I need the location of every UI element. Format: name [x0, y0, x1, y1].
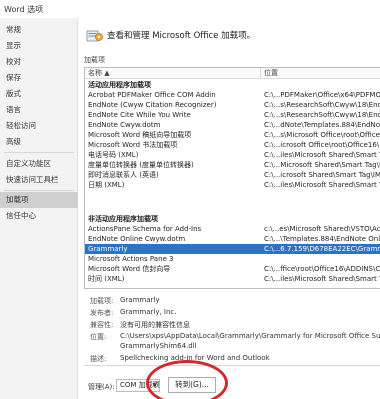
addin-name: Grammarly [88, 245, 128, 253]
addin-location: C:\...ffice\root\Office16\ADDINS\C [264, 265, 380, 273]
table-row[interactable]: 即时消息联系人 (英语) C:\...icrosoft Shared\Smart … [85, 170, 380, 180]
addin-name: 即时消息联系人 (英语) [88, 171, 159, 179]
sidebar-separator [4, 152, 74, 153]
column-header-name[interactable]: 名称 ▲ [85, 68, 261, 79]
addin-location: C:\...icrosoft Shared\Smart Tag\IM [264, 171, 380, 179]
detail-location-value-cont: GrammarlyShim64.dll [120, 342, 197, 350]
addin-location: C:\...\Templates.884\EndNote Onli [264, 235, 380, 243]
column-header-location[interactable]: 位置 [261, 68, 380, 79]
addin-location: c:\...es\Microsoft Shared\VSTO\Act [264, 225, 380, 233]
table-row[interactable]: 时间 (XML) C:\...iles\Microsoft Shared\Smar… [85, 274, 380, 284]
addin-name: EndNote Cwyw.dotm [88, 121, 161, 129]
addin-name: 时间 (XML) [88, 275, 125, 283]
annotation-circle [146, 360, 228, 399]
addin-name: EndNote Cite While You Write [88, 111, 191, 119]
detail-publisher-label: 发布者: [90, 309, 114, 317]
detail-publisher-value: Grammarly, Inc. [120, 308, 177, 316]
addin-name: Acrobat PDFMaker Office COM Addin [88, 91, 216, 99]
sidebar-separator [4, 190, 74, 191]
addin-name: 度量单位转换器 (度量单位转换器) [88, 161, 194, 169]
addins-panel: 查看和管理 Microsoft Office 加载项。 加载项 名称 ▲ 位置 … [80, 18, 380, 399]
addin-location: C:\...iles\Microsoft Shared\Smart Ta [264, 151, 380, 159]
addin-name: Microsoft Actions Pane 3 [88, 255, 174, 263]
addin-location: C:\...6.7.159\D678EA22EC\Gramma [264, 245, 380, 253]
table-row[interactable]: EndNote (Cwyw Citation Recognizer) C:\...… [85, 100, 380, 110]
addin-location: C:\...dNote\Templates.884\EndNot [264, 121, 380, 129]
sidebar-item-display[interactable]: 显示 [0, 38, 78, 54]
table-row[interactable]: ActionsPane Schema for Add-Ins c:\...es\M… [85, 224, 380, 234]
sidebar-item-proofing[interactable]: 校对 [0, 54, 78, 70]
sidebar-item-typography[interactable]: 版式 [0, 86, 78, 102]
addin-location: C:\...s\Microsoft Office\root\Office [264, 131, 380, 139]
detail-addin-label: 加载项: [90, 297, 114, 305]
addin-name: EndNote (Cwyw Citation Recognizer) [88, 101, 217, 109]
addin-location: C:\...icrosoft Office\root\Office16\ [264, 141, 380, 149]
manage-label: 管理(A): [88, 383, 115, 391]
addins-gear-icon [86, 30, 103, 42]
addin-name: Microsoft Word 信封向导 [88, 265, 171, 273]
window-title: Word 选项 [4, 5, 44, 14]
sidebar-item-trust-center[interactable]: 信任中心 [0, 208, 78, 224]
table-row[interactable]: 日期 (XML) C:\...iles\Microsoft Shared\Smar… [85, 180, 380, 190]
addin-location: C:\...s\ResearchSoft\Cwyw\18\End [264, 101, 380, 109]
group-inactive-addins: 非活动应用程序加载项 [88, 215, 158, 223]
addin-name: Microsoft Word 书法加载项 [88, 141, 178, 149]
addin-name: 日期 (XML) [88, 181, 125, 189]
table-row[interactable]: 电话号码 (XML) C:\...iles\Microsoft Shared\Sm… [85, 150, 380, 160]
table-row[interactable]: EndNote Cwyw.dotm C:\...dNote\Templates.8… [85, 120, 380, 130]
detail-compat-value: 没有可用的兼容性信息 [120, 321, 190, 329]
table-row[interactable]: Acrobat PDFMaker Office COM Addin C:\...P… [85, 90, 380, 100]
addin-name: ActionsPane Schema for Add-Ins [88, 225, 202, 233]
sidebar-item-quick-access-toolbar[interactable]: 快速访问工具栏 [0, 172, 78, 188]
table-row[interactable]: 度量单位转换器 (度量单位转换器) C:\...Microsoft Shared\… [85, 160, 380, 170]
divider [84, 365, 380, 366]
addin-location: C:\...s\ResearchSoft\Cwyw\18\End [264, 111, 380, 119]
sidebar: 常规 显示 校对 保存 版式 语言 轻松访问 高级 自定义功能区 快速访问工具栏… [0, 18, 78, 399]
table-row-selected[interactable]: Grammarly C:\...6.7.159\D678EA22EC\Gramma [85, 244, 380, 254]
sidebar-item-addins[interactable]: 加载项 [0, 192, 78, 208]
addin-location: C:\...iles\Microsoft Shared\Smart Ta [264, 275, 380, 283]
detail-location-label: 位置: [90, 333, 107, 341]
table-row[interactable]: Microsoft Word 稿纸向导加载项 C:\...s\Microsoft … [85, 130, 380, 140]
addin-location: C:\...iles\Microsoft Shared\Smart Ta [264, 181, 380, 189]
addin-location: C:\...Microsoft Shared\Smart Tag\M [264, 161, 380, 169]
addin-name: EndNote Online Cwyw.dotm [88, 235, 186, 243]
sidebar-item-language[interactable]: 语言 [0, 102, 78, 118]
table-row[interactable]: Microsoft Actions Pane 3 [85, 254, 380, 264]
table-row[interactable]: EndNote Cite While You Write C:\...s\Rese… [85, 110, 380, 120]
addin-name: Microsoft Word 稿纸向导加载项 [88, 131, 192, 139]
addins-section-label: 加载项 [84, 56, 105, 64]
table-row[interactable]: EndNote Online Cwyw.dotm C:\...\Templates… [85, 234, 380, 244]
table-row[interactable]: Microsoft Word 信封向导 C:\...ffice\root\Offi… [85, 264, 380, 274]
title-bar: Word 选项 [0, 0, 380, 18]
table-row[interactable]: Microsoft Word 书法加载项 C:\...icrosoft Offic… [85, 140, 380, 150]
addins-table[interactable]: 名称 ▲ 位置 活动应用程序加载项 Acrobat PDFMaker Offic… [84, 67, 380, 289]
addin-location: C:\...PDFMaker\Office\x64\PDFMO [264, 91, 380, 99]
detail-desc-value: Spellchecking add-in for Word and Outloo… [120, 354, 270, 362]
detail-addin-value: Grammarly [120, 296, 160, 304]
detail-compat-label: 兼容性: [90, 321, 114, 329]
sidebar-item-customize-ribbon[interactable]: 自定义功能区 [0, 156, 78, 172]
sidebar-item-advanced[interactable]: 高级 [0, 134, 78, 150]
detail-location-value: C:\Users\xps\AppData\Local\Grammarly\Gra… [120, 332, 380, 340]
sidebar-item-save[interactable]: 保存 [0, 70, 78, 86]
sidebar-item-general[interactable]: 常规 [0, 22, 78, 38]
addin-name: 电话号码 (XML) [88, 151, 139, 159]
sidebar-item-accessibility[interactable]: 轻松访问 [0, 118, 78, 134]
detail-desc-label: 描述: [90, 355, 107, 363]
group-active-addins: 活动应用程序加载项 [88, 81, 151, 89]
page-title: 查看和管理 Microsoft Office 加载项。 [107, 31, 256, 41]
